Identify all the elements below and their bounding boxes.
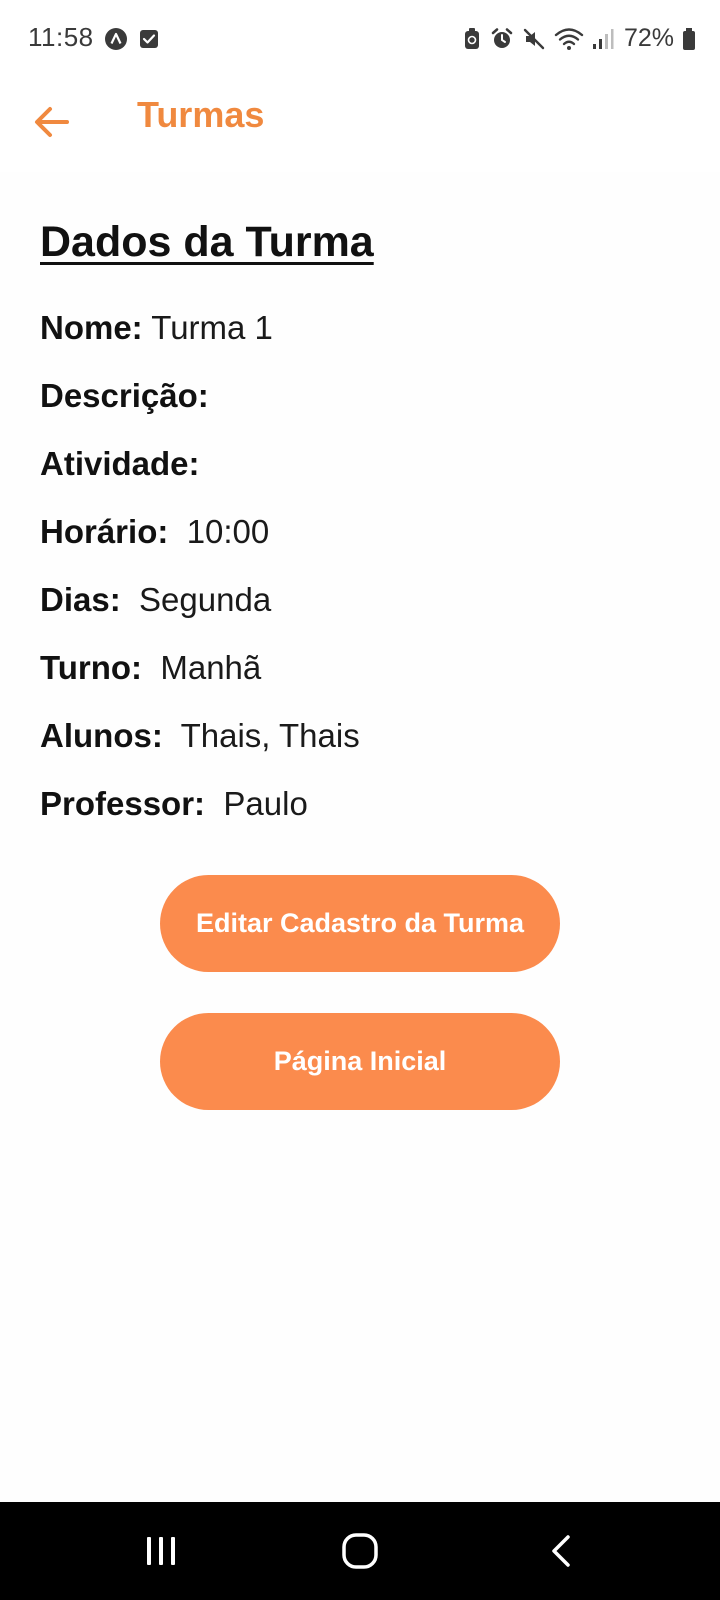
- recent-apps-button[interactable]: [131, 1526, 191, 1576]
- checkbox-notification-icon: [140, 30, 158, 48]
- app-notification-icon: [105, 28, 127, 50]
- header-title: Turmas: [137, 94, 265, 135]
- field-label: Alunos:: [40, 717, 163, 754]
- field-descricao: Descrição:: [40, 377, 209, 415]
- signal-icon: [592, 28, 614, 49]
- status-time: 11:58: [28, 22, 94, 52]
- wifi-icon: [554, 27, 584, 50]
- field-label: Nome:: [40, 309, 143, 346]
- field-nome: Nome: Turma 1: [40, 309, 273, 347]
- app-header: Turmas: [0, 80, 720, 172]
- field-value: Thais, Thais: [180, 717, 360, 754]
- status-right-icons: 72%: [462, 24, 696, 53]
- battery-percentage: 72%: [623, 24, 674, 52]
- back-icon: [552, 1535, 570, 1567]
- navigation-bar: [0, 1502, 720, 1600]
- edit-class-button[interactable]: Editar Cadastro da Turma: [160, 875, 560, 972]
- field-label: Dias:: [40, 581, 121, 618]
- field-value: Turma 1: [151, 309, 273, 346]
- field-label: Turno:: [40, 649, 143, 686]
- field-atividade: Atividade:: [40, 445, 200, 483]
- home-icon: [342, 1533, 378, 1569]
- alarm-icon: [491, 27, 513, 48]
- field-value: Manhã: [160, 649, 262, 686]
- field-value: 10:00: [186, 513, 270, 550]
- home-page-button[interactable]: Página Inicial: [160, 1013, 560, 1110]
- field-dias: Dias: Segunda: [40, 581, 271, 619]
- mute-icon: [523, 28, 545, 49]
- battery-icon: [683, 27, 695, 50]
- status-left-icons: [104, 27, 160, 51]
- field-turno: Turno: Manhã: [40, 649, 261, 687]
- nav-back-button[interactable]: [532, 1526, 592, 1576]
- field-horario: Horário: 10:00: [40, 513, 269, 551]
- field-label: Professor:: [40, 785, 206, 822]
- home-button[interactable]: [330, 1526, 390, 1576]
- section-title: Dados da Turma: [40, 218, 374, 266]
- field-label: Horário:: [40, 513, 169, 550]
- field-professor: Professor: Paulo: [40, 785, 308, 823]
- content-area: Dados da Turma Nome: Turma 1 Descrição: …: [0, 172, 720, 1502]
- arrow-left-icon: [35, 107, 69, 137]
- field-value: Paulo: [223, 785, 308, 822]
- field-value: Segunda: [139, 581, 272, 618]
- battery-saver-icon: [464, 27, 479, 49]
- field-alunos: Alunos: Thais, Thais: [40, 717, 360, 755]
- field-label: Descrição:: [40, 377, 209, 414]
- status-bar: 11:58 72%: [0, 0, 720, 80]
- back-button[interactable]: [26, 96, 78, 148]
- field-label: Atividade:: [40, 445, 200, 482]
- recent-apps-icon: [147, 1537, 175, 1565]
